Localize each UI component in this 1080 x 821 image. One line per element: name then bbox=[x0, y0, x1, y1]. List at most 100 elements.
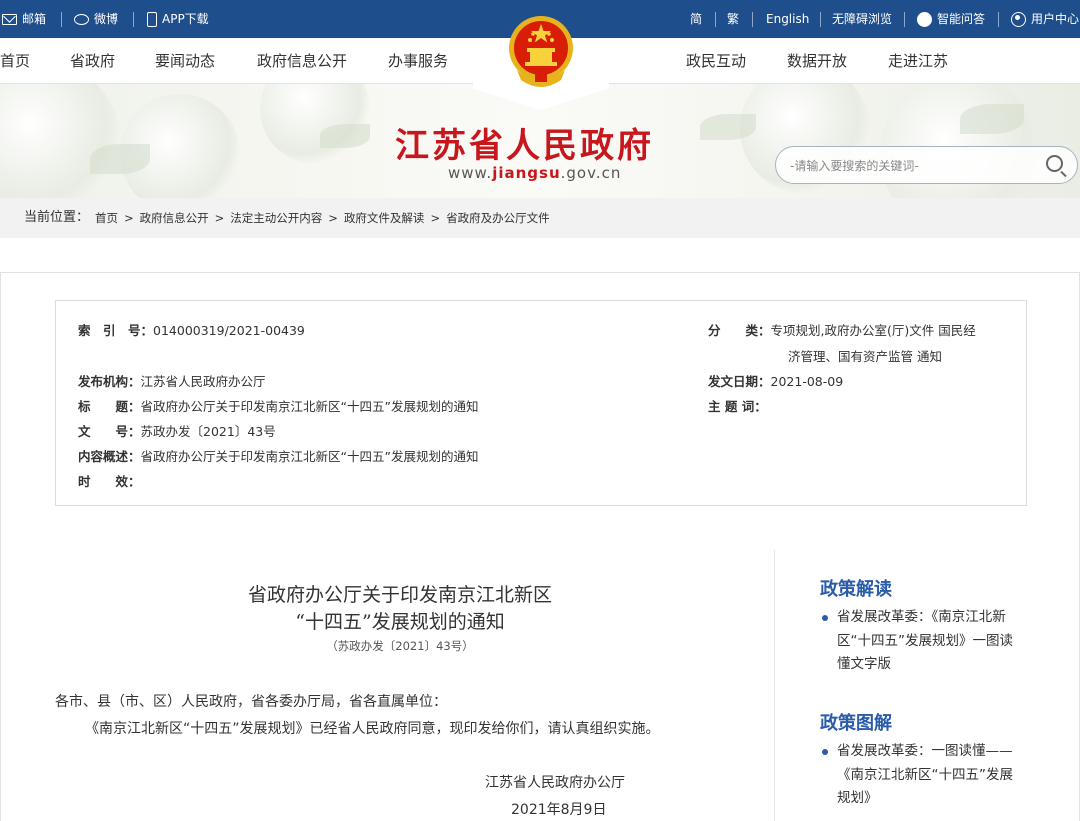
accessible-label: 无障碍浏览 bbox=[832, 12, 893, 26]
traditional-chinese-link[interactable]: 繁 bbox=[727, 0, 739, 38]
divider bbox=[133, 12, 134, 27]
search-icon[interactable] bbox=[1046, 155, 1063, 172]
nav-gov-info-disclosure[interactable]: 政府信息公开 bbox=[257, 38, 347, 84]
phone-icon bbox=[147, 11, 157, 27]
document-metadata-table: 索 引 号：014000319/2021-00439 分 类：专项规划,政府办公… bbox=[55, 300, 1027, 506]
user-icon bbox=[1011, 11, 1026, 27]
document-number: （苏政办发〔2021〕43号） bbox=[326, 639, 474, 653]
mail-icon bbox=[2, 13, 17, 25]
bullet-icon bbox=[822, 749, 828, 755]
meta-key: 发文日期： bbox=[708, 374, 771, 389]
breadcrumb-separator: > bbox=[124, 211, 134, 225]
nav-interaction[interactable]: 政民互动 bbox=[686, 38, 746, 84]
site-title: 江苏省人民政府 bbox=[395, 126, 654, 166]
meta-docno-row: 文 号：苏政办发〔2021〕43号 bbox=[78, 421, 276, 440]
policy-illustration-item[interactable]: 省发展改革委：一图读懂——《南京江北新区“十四五”发展规划》 bbox=[822, 740, 1022, 812]
leaf-decoration bbox=[960, 104, 1024, 134]
meta-value: 江苏省人民政府办公厅 bbox=[140, 374, 266, 389]
column-divider bbox=[774, 550, 775, 821]
nav-home[interactable]: 首页 bbox=[0, 38, 30, 84]
meta-index-row: 索 引 号：014000319/2021-00439 bbox=[78, 320, 305, 339]
document-title-line2: “十四五”发展规划的通知 bbox=[295, 611, 505, 633]
smart-qa-link[interactable]: 智能问答 bbox=[917, 0, 985, 38]
policy-interpretation-link[interactable]: 省发展改革委：《南京江北新区“十四五”发展规划》一图读懂文字版 bbox=[837, 606, 1017, 677]
meta-value: 014000319/2021-00439 bbox=[153, 323, 305, 338]
url-prefix: www. bbox=[448, 164, 493, 182]
meta-value: 济管理、国有资产监管 通知 bbox=[788, 349, 942, 364]
mail-link[interactable]: 邮箱 bbox=[2, 0, 46, 38]
accessible-browsing-link[interactable]: 无障碍浏览 bbox=[832, 0, 892, 38]
meta-key: 主 题 词： bbox=[708, 399, 767, 414]
leaf-decoration bbox=[320, 124, 370, 148]
divider bbox=[752, 12, 753, 27]
weibo-label: 微博 bbox=[94, 12, 119, 26]
meta-value: 专项规划,政府办公室(厅)文件 国民经 bbox=[770, 323, 976, 338]
divider bbox=[820, 12, 821, 27]
meta-value: 省政府办公厅关于印发南京江北新区“十四五”发展规划的通知 bbox=[140, 399, 479, 414]
nav-open-data[interactable]: 数据开放 bbox=[787, 38, 847, 84]
meta-summary-row: 内容概述：省政府办公厅关于印发南京江北新区“十四五”发展规划的通知 bbox=[78, 446, 478, 465]
document-paragraph: 《南京江北新区“十四五”发展规划》已经省人民政府同意，现印发给你们，请认真组织实… bbox=[85, 721, 660, 737]
simplified-chinese-link[interactable]: 简 bbox=[690, 0, 702, 38]
meta-key: 文 号： bbox=[78, 424, 141, 439]
breadcrumb-bar: 当前位置： 首页 > 政府信息公开 > 法定主动公开内容 > 政府文件及解读 >… bbox=[0, 198, 1080, 238]
url-suffix: .gov.cn bbox=[560, 164, 622, 182]
english-link[interactable]: English bbox=[766, 0, 809, 38]
site-url: www.jiangsu.gov.cn bbox=[448, 164, 621, 182]
meta-value: 省政府办公厅关于印发南京江北新区“十四五”发展规划的通知 bbox=[140, 449, 479, 464]
breadcrumb-item-statutory[interactable]: 法定主动公开内容 bbox=[230, 198, 322, 238]
flower-decoration bbox=[0, 84, 120, 198]
meta-category-row: 分 类：专项规划,政府办公室(厅)文件 国民经 bbox=[708, 320, 976, 339]
traditional-label: 繁 bbox=[727, 12, 740, 26]
nav-about-jiangsu[interactable]: 走进江苏 bbox=[888, 38, 948, 84]
simplified-label: 简 bbox=[690, 12, 703, 26]
mail-label: 邮箱 bbox=[22, 12, 47, 26]
meta-value: 2021-08-09 bbox=[770, 374, 844, 389]
breadcrumb-item-provincial-docs[interactable]: 省政府及办公厅文件 bbox=[446, 198, 550, 238]
breadcrumb-separator: > bbox=[328, 211, 338, 225]
meta-key: 分 类： bbox=[708, 323, 771, 338]
nav-provincial-government[interactable]: 省政府 bbox=[70, 38, 115, 84]
divider bbox=[61, 12, 62, 27]
meta-key: 内容概述： bbox=[78, 449, 141, 464]
meta-key: 发布机构： bbox=[78, 374, 141, 389]
app-download-link[interactable]: APP下载 bbox=[147, 0, 209, 38]
meta-value: 苏政办发〔2021〕43号 bbox=[140, 424, 276, 439]
divider bbox=[715, 12, 716, 27]
meta-key: 索 引 号： bbox=[78, 323, 154, 338]
divider bbox=[998, 12, 999, 27]
bullet-icon bbox=[822, 615, 828, 621]
policy-illustration-link[interactable]: 省发展改革委：一图读懂——《南京江北新区“十四五”发展规划》 bbox=[837, 740, 1017, 811]
search-input[interactable] bbox=[790, 156, 1030, 176]
meta-title-row: 标 题：省政府办公厅关于印发南京江北新区“十四五”发展规划的通知 bbox=[78, 396, 478, 415]
app-download-label: APP下载 bbox=[162, 12, 209, 26]
document-signature: 江苏省人民政府办公厅 bbox=[485, 775, 625, 791]
meta-category-row-cont: 济管理、国有资产监管 通知 bbox=[788, 346, 942, 365]
document-date: 2021年8月9日 bbox=[511, 802, 607, 818]
user-center-link[interactable]: 用户中心 bbox=[1011, 0, 1079, 38]
policy-interpretation-item[interactable]: 省发展改革委：《南京江北新区“十四五”发展规划》一图读懂文字版 bbox=[822, 606, 1022, 678]
smart-qa-label: 智能问答 bbox=[937, 12, 986, 26]
chat-icon bbox=[917, 11, 932, 27]
search-box bbox=[775, 146, 1078, 184]
leaf-decoration bbox=[700, 114, 756, 140]
nav-services[interactable]: 办事服务 bbox=[388, 38, 448, 84]
document-title-line1: 省政府办公厅关于印发南京江北新区 bbox=[247, 584, 552, 606]
url-domain: jiangsu bbox=[492, 164, 561, 182]
meta-issuer-row: 发布机构：江苏省人民政府办公厅 bbox=[78, 371, 266, 390]
meta-key: 时 效： bbox=[78, 474, 141, 489]
weibo-icon bbox=[74, 13, 89, 25]
breadcrumb-label: 当前位置： bbox=[24, 210, 90, 225]
weibo-link[interactable]: 微博 bbox=[74, 0, 118, 38]
breadcrumb-item-gov-info[interactable]: 政府信息公开 bbox=[140, 198, 209, 238]
meta-subject-row: 主 题 词： bbox=[708, 396, 767, 415]
document-salutation: 各市、县（市、区）人民政府，省各委办厅局，省各直属单位： bbox=[55, 694, 447, 710]
user-center-label: 用户中心 bbox=[1031, 12, 1080, 26]
breadcrumb-separator: > bbox=[214, 211, 225, 225]
breadcrumb-item-documents[interactable]: 政府文件及解读 bbox=[344, 198, 425, 238]
leaf-decoration bbox=[90, 144, 150, 174]
national-emblem-icon[interactable] bbox=[507, 14, 575, 90]
breadcrumb-item-home[interactable]: 首页 bbox=[95, 198, 118, 238]
nav-news[interactable]: 要闻动态 bbox=[155, 38, 215, 84]
policy-interpretation-heading: 政策解读 bbox=[820, 579, 892, 600]
